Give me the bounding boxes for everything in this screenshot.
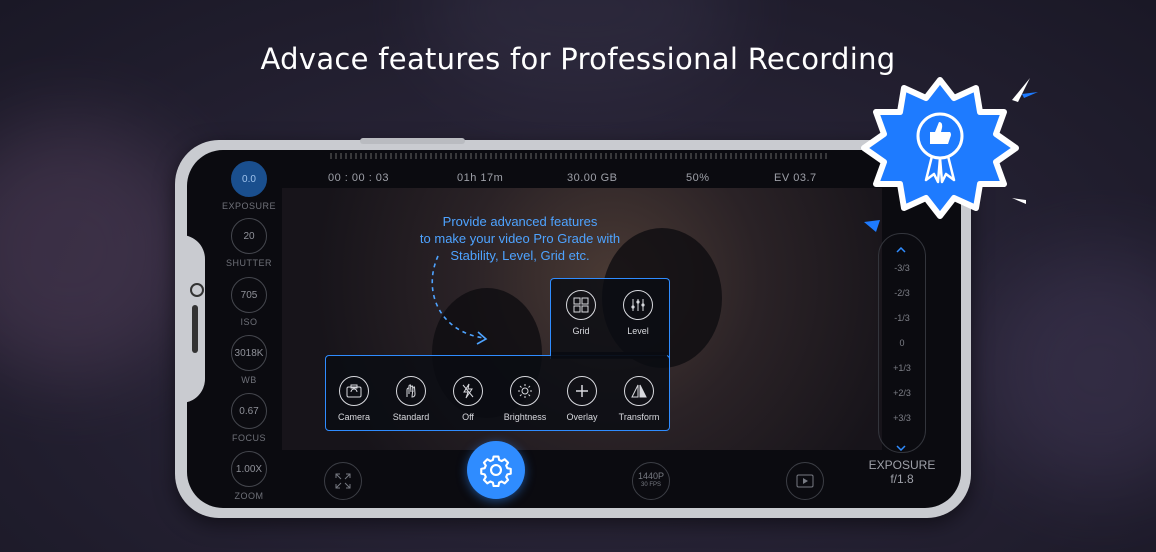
overlay-button[interactable]: Overlay	[554, 376, 610, 422]
shutter-label: SHUTTER	[226, 258, 272, 268]
wb-dial[interactable]: 3018K	[231, 335, 267, 371]
exposure-dial[interactable]: 0.0	[231, 161, 267, 197]
battery-level: 50%	[686, 172, 710, 184]
overlay-label: Overlay	[566, 412, 598, 422]
transform-icon	[624, 376, 654, 406]
iso-dial[interactable]: 705	[231, 277, 267, 313]
expand-icon	[335, 473, 351, 489]
transform-label: Transform	[618, 412, 660, 422]
exposure-tick: -3/3	[894, 263, 910, 273]
settings-button[interactable]	[467, 441, 525, 499]
brightness-icon	[510, 376, 540, 406]
focus-dial[interactable]: 0.67	[231, 393, 267, 429]
fps-value: 30 FPS	[640, 482, 661, 488]
grid-toggle[interactable]: Grid	[553, 290, 609, 336]
exposure-caption-label: EXPOSURE	[868, 458, 936, 472]
phone-side-button	[360, 138, 465, 144]
gear-icon	[480, 455, 512, 487]
grid-label: Grid	[572, 326, 590, 336]
camera-label: Camera	[337, 412, 370, 422]
exposure-tick: +3/3	[893, 413, 911, 423]
exposure-tick: 0	[899, 338, 905, 348]
storage-free: 30.00 GB	[567, 172, 618, 184]
focus-label: FOCUS	[232, 433, 266, 443]
grid-icon	[566, 290, 596, 320]
exposure-slider[interactable]: -3/3 -2/3 -1/3 0 +1/3 +2/3 +3/3	[878, 233, 926, 453]
level-toggle[interactable]: Level	[610, 290, 666, 336]
wb-label: WB	[241, 375, 257, 385]
exposure-tick: +1/3	[893, 363, 911, 373]
stabilization-button[interactable]: Standard	[383, 376, 439, 422]
exposure-tick: -2/3	[894, 288, 910, 298]
phone-notch	[175, 235, 205, 403]
level-label: Level	[627, 326, 649, 336]
shutter-dial[interactable]: 20	[231, 218, 267, 254]
plus-icon	[567, 376, 597, 406]
award-badge-icon	[861, 77, 1038, 232]
resolution-text: 1440P 30 FPS	[638, 472, 664, 490]
flash-label: Off	[462, 412, 474, 422]
exposure-tick: +2/3	[893, 388, 911, 398]
transform-button[interactable]: Transform	[611, 376, 667, 422]
brightness-button[interactable]: Brightness	[497, 376, 553, 422]
audio-meter	[330, 153, 830, 159]
stabilization-label: Standard	[392, 412, 430, 422]
level-icon	[623, 290, 653, 320]
callout-line: to make your video Pro Grade with	[419, 231, 621, 246]
front-camera	[190, 283, 204, 297]
fullscreen-button[interactable]	[324, 462, 362, 500]
panel-join	[551, 352, 667, 358]
flash-off-icon	[453, 376, 483, 406]
zoom-label: ZOOM	[234, 491, 264, 501]
camera-switch-icon	[339, 376, 369, 406]
aperture-value: f/1.8	[890, 472, 914, 486]
zoom-dial[interactable]: 1.00X	[231, 451, 267, 487]
gallery-button[interactable]	[786, 462, 824, 500]
iso-label: ISO	[240, 317, 258, 327]
chevron-down-icon[interactable]	[896, 438, 906, 452]
exposure-caption: EXPOSURE f/1.8	[860, 458, 944, 486]
speaker	[192, 305, 198, 353]
page-headline: Advace features for Professional Recordi…	[260, 42, 896, 76]
video-gallery-icon	[796, 474, 814, 488]
callout-arrow	[431, 255, 488, 345]
recording-timer: 00 : 00 : 03	[328, 172, 390, 184]
resolution-value: 1440P	[637, 471, 665, 481]
resolution-button[interactable]: 1440P 30 FPS	[632, 462, 670, 500]
background-blur	[0, 120, 200, 380]
ev-value: EV 03.7	[774, 172, 817, 184]
remaining-time: 01h 17m	[457, 172, 504, 184]
camera-switch-button[interactable]: Camera	[326, 376, 382, 422]
stabilization-icon	[396, 376, 426, 406]
brightness-label: Brightness	[503, 412, 547, 422]
exposure-label: EXPOSURE	[221, 201, 276, 211]
background-blur	[980, 250, 1156, 490]
flash-button[interactable]: Off	[440, 376, 496, 422]
callout-line: Provide advanced features	[442, 214, 598, 229]
exposure-tick: -1/3	[894, 313, 910, 323]
